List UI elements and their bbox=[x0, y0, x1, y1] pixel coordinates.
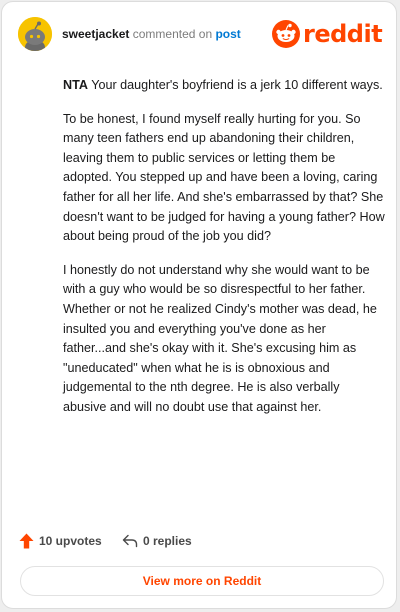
reddit-logo[interactable]: reddit bbox=[272, 19, 383, 49]
verdict-tag: NTA bbox=[63, 78, 88, 92]
reply-arrow-icon bbox=[122, 534, 138, 548]
upvote-count: 10 upvotes bbox=[39, 534, 102, 548]
upvote-arrow-icon bbox=[19, 533, 34, 549]
upvote-button[interactable]: 10 upvotes bbox=[19, 530, 102, 552]
reply-count: 0 replies bbox=[143, 534, 192, 548]
comment-paragraph-1-text: Your daughter's boyfriend is a jerk 10 d… bbox=[87, 78, 383, 92]
reply-button[interactable]: 0 replies bbox=[122, 530, 192, 552]
comment-paragraph-2: To be honest, I found myself really hurt… bbox=[63, 111, 385, 244]
comment-meta: sweetjacket commented on post bbox=[62, 27, 241, 41]
reddit-wordmark: reddit bbox=[303, 20, 383, 48]
comment-body: NTA Your daughter's boyfriend is a jerk … bbox=[63, 76, 385, 432]
comment-paragraph-3: I honestly do not understand why she wou… bbox=[63, 262, 377, 414]
comment-card: sweetjacket commented on post reddit NTA… bbox=[1, 1, 397, 609]
comment-footer: 10 upvotes 0 replies bbox=[19, 530, 380, 552]
action-text: commented on bbox=[132, 27, 213, 41]
username-link[interactable]: sweetjacket bbox=[62, 27, 129, 41]
comment-header: sweetjacket commented on post reddit bbox=[18, 17, 383, 53]
user-avatar[interactable] bbox=[18, 17, 52, 51]
view-more-button[interactable]: View more on Reddit bbox=[20, 566, 384, 596]
snoo-avatar-icon bbox=[18, 17, 52, 51]
reddit-snoo-icon bbox=[272, 20, 300, 48]
post-link[interactable]: post bbox=[215, 27, 240, 41]
comment-paragraph-1: NTA Your daughter's boyfriend is a jerk … bbox=[63, 76, 385, 96]
